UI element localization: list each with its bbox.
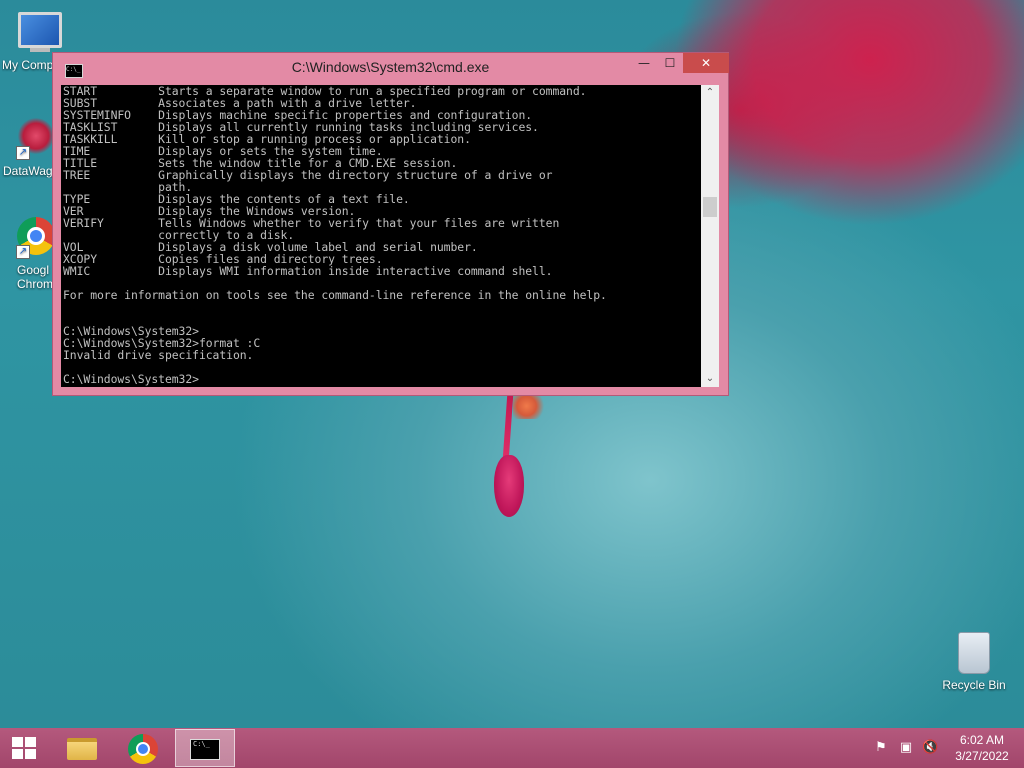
shortcut-arrow-icon: ↗ (16, 146, 30, 160)
monitor-icon (18, 12, 62, 56)
folder-icon (67, 738, 97, 760)
flower-pistil (494, 455, 524, 517)
cmd-window[interactable]: C:\_ C:\Windows\System32\cmd.exe — ☐ ✕ S… (52, 52, 729, 396)
network-icon[interactable]: ▣ (898, 740, 914, 756)
scrollbar-thumb[interactable] (703, 197, 717, 217)
flower-stamens (513, 393, 547, 419)
windows-logo-icon (12, 737, 37, 759)
flower-stem (502, 391, 514, 463)
console-output[interactable]: START Starts a separate window to run a … (61, 85, 701, 387)
window-title: C:\Windows\System32\cmd.exe (291, 59, 490, 75)
taskbar-command-prompt[interactable]: C:\_ (175, 729, 235, 767)
start-button[interactable] (0, 728, 48, 768)
close-button[interactable]: ✕ (683, 53, 729, 73)
volume-muted-icon[interactable]: 🔇 (922, 740, 938, 756)
clock-time: 6:02 AM (959, 733, 1005, 747)
taskbar-file-explorer[interactable] (51, 729, 111, 767)
cmd-icon: C:\_ (190, 739, 220, 760)
recycle-bin-icon (952, 632, 996, 676)
vertical-scrollbar[interactable]: ⌃ ⌄ (701, 85, 719, 387)
shortcut-arrow-icon: ↗ (16, 245, 30, 259)
scroll-up-icon[interactable]: ⌃ (701, 85, 719, 101)
minimize-button[interactable]: — (631, 53, 657, 73)
chrome-icon (128, 734, 158, 764)
desktop: My Comp ↗ DataWag ↗ Googl Chrom Recycle … (0, 0, 1024, 728)
desktop-icon-label: Recycle Bin (942, 678, 1006, 692)
window-titlebar[interactable]: C:\_ C:\Windows\System32\cmd.exe — ☐ ✕ (53, 53, 729, 83)
desktop-icon-recycle-bin[interactable]: Recycle Bin (936, 630, 1012, 692)
maximize-button[interactable]: ☐ (657, 53, 683, 73)
taskbar: C:\_ ⚑ ▣ 🔇 6:02 AM 3/27/2022 (0, 728, 1024, 768)
console-text: START Starts a separate window to run a … (63, 85, 607, 386)
scroll-down-icon[interactable]: ⌄ (701, 371, 719, 387)
flag-icon[interactable]: ⚑ (873, 740, 889, 756)
taskbar-google-chrome[interactable] (113, 729, 173, 767)
system-clock[interactable]: 6:02 AM 3/27/2022 (946, 732, 1018, 764)
clock-date: 3/27/2022 (955, 749, 1009, 763)
